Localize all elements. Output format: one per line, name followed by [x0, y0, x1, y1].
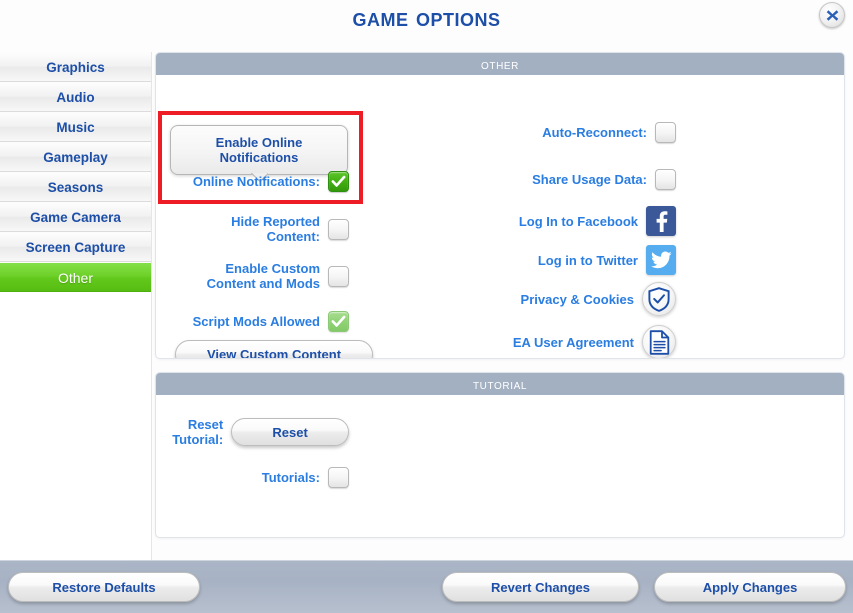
section-header-other: Other [156, 53, 844, 75]
label-privacy-cookies: Privacy & Cookies [520, 291, 634, 307]
checkbox-script-mods-allowed[interactable] [328, 311, 349, 332]
check-mark-icon [331, 315, 346, 327]
apply-changes-button[interactable]: Apply Changes [654, 572, 846, 602]
sidebar-item-gameplay[interactable]: Gameplay [0, 142, 151, 172]
checkbox-tutorials[interactable] [328, 467, 349, 488]
label-script-mods-allowed: Script Mods Allowed [192, 314, 320, 329]
row-reset-tutorial: Reset Tutorial: Reset [164, 417, 349, 447]
tooltip-body: Enable Online Notifications [170, 125, 348, 175]
page-title: Game Options [352, 4, 501, 32]
label-share-usage-data: Share Usage Data: [532, 172, 647, 187]
label-ea-user-agreement: EA User Agreement [512, 334, 634, 350]
sidebar-item-audio[interactable]: Audio [0, 82, 151, 112]
checkbox-enable-custom-content[interactable] [328, 265, 349, 287]
reset-tutorial-button-label: Reset [272, 424, 308, 440]
label-log-in-facebook: Log In to Facebook [518, 213, 638, 229]
row-hide-reported-content: Hide Reported Content: [164, 214, 349, 244]
sidebar-item-graphics[interactable]: Graphics [0, 52, 151, 82]
row-enable-custom-content: Enable Custom Content and Mods [164, 261, 349, 291]
row-tutorials: Tutorials: [164, 467, 349, 488]
section-other: Other Enable Online Notifications Online… [155, 52, 845, 359]
sidebar-item-seasons[interactable]: Seasons [0, 172, 151, 202]
document-icon[interactable] [642, 325, 676, 358]
shield-check-glyph [648, 286, 670, 312]
row-privacy-cookies: Privacy & Cookies [476, 282, 676, 316]
twitter-icon[interactable] [646, 245, 676, 275]
revert-changes-button[interactable]: Revert Changes [442, 572, 639, 602]
shield-check-icon[interactable] [642, 282, 676, 316]
row-script-mods-allowed: Script Mods Allowed [164, 311, 349, 332]
label-hide-reported-content: Hide Reported Content: [231, 214, 320, 244]
checkbox-share-usage-data[interactable] [655, 169, 676, 190]
reset-tutorial-button[interactable]: Reset [231, 418, 349, 446]
sidebar-nav: Graphics Audio Music Gameplay Seasons Ga… [0, 52, 152, 560]
row-online-notifications: Online Notifications: [164, 171, 349, 192]
row-share-usage-data: Share Usage Data: [486, 169, 676, 190]
label-enable-custom-content: Enable Custom Content and Mods [206, 261, 320, 291]
checkbox-online-notifications[interactable] [328, 171, 349, 192]
restore-defaults-button[interactable]: Restore Defaults [8, 572, 200, 602]
label-log-in-twitter: Log in to Twitter [537, 252, 638, 268]
sidebar-item-screen-capture[interactable]: Screen Capture [0, 232, 151, 262]
close-x-icon [826, 9, 838, 21]
sidebar-item-game-camera[interactable]: Game Camera [0, 202, 151, 232]
checkbox-auto-reconnect[interactable] [655, 122, 676, 143]
restore-defaults-label: Restore Defaults [52, 579, 156, 595]
close-button[interactable] [819, 2, 845, 28]
label-auto-reconnect: Auto-Reconnect: [542, 125, 647, 140]
document-glyph [649, 329, 669, 355]
facebook-f-glyph [656, 211, 668, 232]
row-log-in-twitter: Log in to Twitter [476, 245, 676, 275]
view-custom-content-label: View Custom Content [206, 347, 342, 359]
facebook-icon[interactable] [646, 206, 676, 236]
dialog-footer: Restore Defaults Revert Changes Apply Ch… [0, 560, 853, 613]
label-tutorials: Tutorials: [261, 470, 320, 485]
row-auto-reconnect: Auto-Reconnect: [486, 122, 676, 143]
tooltip-text: Enable Online Notifications [215, 135, 303, 165]
section-header-tutorial: Tutorial [156, 373, 844, 395]
check-mark-icon [331, 175, 346, 187]
label-online-notifications: Online Notifications: [192, 174, 320, 189]
dialog-header: Game Options [0, 0, 853, 48]
tooltip-enable-online-notifications: Enable Online Notifications [170, 125, 348, 175]
section-tutorial: Tutorial Reset Tutorial: Reset Tutorials… [155, 372, 845, 538]
checkbox-hide-reported-content[interactable] [328, 218, 349, 240]
row-log-in-facebook: Log In to Facebook [476, 206, 676, 236]
twitter-bird-glyph [650, 251, 672, 269]
apply-changes-label: Apply Changes [702, 579, 798, 595]
view-custom-content-button[interactable]: View Custom Content [175, 340, 373, 359]
sidebar-item-other[interactable]: Other [0, 262, 151, 292]
sidebar-item-music[interactable]: Music [0, 112, 151, 142]
row-ea-user-agreement: EA User Agreement [476, 325, 676, 358]
options-main-panel: Other Enable Online Notifications Online… [155, 52, 845, 542]
label-reset-tutorial: Reset Tutorial: [172, 417, 224, 447]
revert-changes-label: Revert Changes [491, 579, 590, 595]
